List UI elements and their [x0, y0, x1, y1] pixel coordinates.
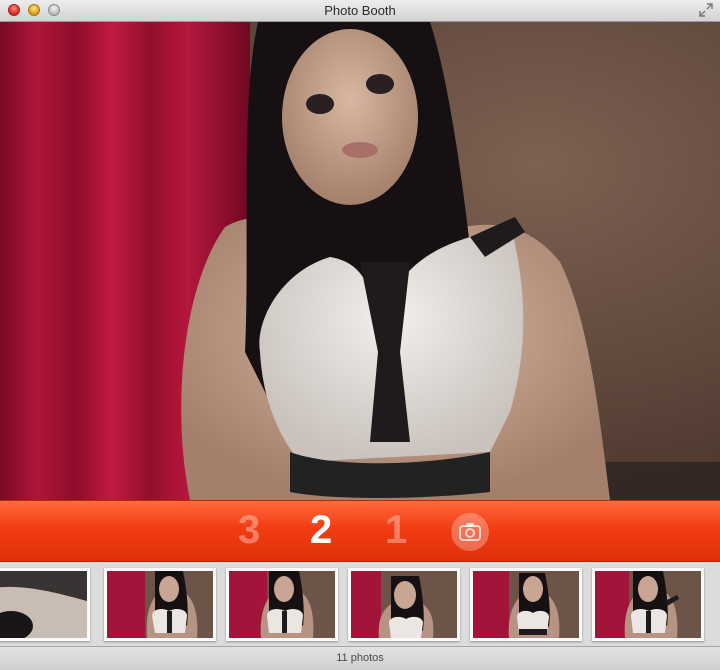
- countdown-1: 1: [385, 508, 408, 552]
- title-bar: Photo Booth: [0, 0, 720, 22]
- camera-icon: [459, 523, 481, 541]
- thumbnail-6[interactable]: [592, 568, 704, 641]
- countdown-3: 3: [238, 508, 261, 552]
- take-photo-button[interactable]: [451, 513, 489, 551]
- photo-count-label: 11 photos: [336, 652, 384, 664]
- thumbnail-1[interactable]: [0, 568, 90, 641]
- thumbnail-3[interactable]: [226, 568, 338, 641]
- countdown-bar: 3 2 1: [0, 500, 720, 562]
- thumbnail-4[interactable]: [348, 568, 460, 641]
- live-camera-preview: [0, 22, 720, 500]
- thumbnail-5[interactable]: [470, 568, 582, 641]
- thumbnail-2[interactable]: [104, 568, 216, 641]
- photo-booth-window: Photo Booth 3 2 1 11 photos: [0, 0, 720, 670]
- status-bar: 11 photos: [0, 646, 720, 670]
- window-title: Photo Booth: [324, 3, 396, 18]
- photo-strip: [0, 562, 720, 646]
- countdown-2-active: 2: [310, 508, 333, 552]
- fullscreen-icon[interactable]: [699, 3, 713, 17]
